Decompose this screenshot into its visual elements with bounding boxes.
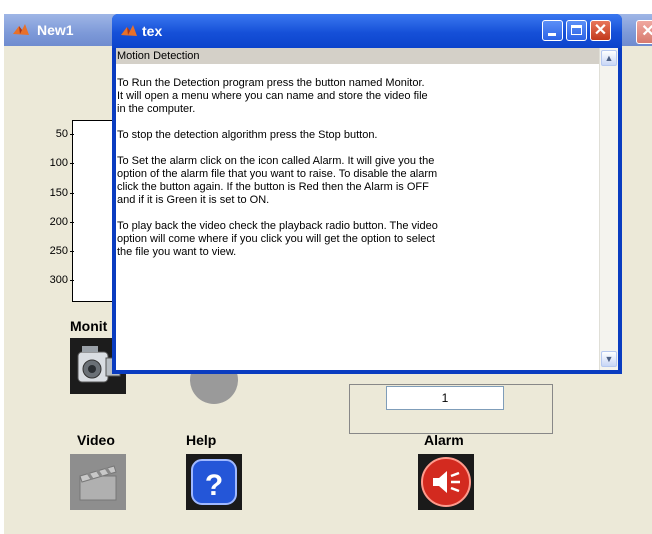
y-tick-label: 150 [24, 187, 74, 199]
help-paragraph: To Run the Detection program press the b… [116, 77, 600, 116]
help-text-line: It will open a menu where you can name a… [117, 90, 428, 102]
y-tick-mark [70, 280, 74, 281]
help-text-line: To Set the alarm click on the icon calle… [117, 155, 435, 167]
background-window-title: New1 [37, 22, 74, 38]
help-text-line: click the button again. If the button is… [117, 181, 429, 193]
help-text-line: the file you want to view. [117, 246, 237, 258]
help-paragraph: To play back the video check the playbac… [116, 220, 600, 259]
y-tick-label: 100 [24, 157, 74, 169]
svg-text:?: ? [205, 469, 223, 502]
scroll-down-icon[interactable]: ▼ [601, 351, 617, 367]
matlab-icon [121, 25, 137, 36]
vertical-scrollbar[interactable]: ▲ ▼ [599, 48, 618, 370]
help-text-body: To Run the Detection program press the b… [116, 77, 600, 259]
tex-window-title: tex [142, 23, 163, 39]
help-text-line: To stop the detection algorithm press th… [117, 129, 378, 141]
help-text-line: To Run the Detection program press the b… [117, 77, 425, 89]
video-button[interactable] [70, 454, 126, 510]
help-text-line: option will come where if you click you … [117, 233, 435, 245]
tex-content-area: Motion Detection To Run the Detection pr… [116, 48, 618, 370]
y-tick-mark [70, 163, 74, 164]
alarm-button-label: Alarm [424, 432, 464, 448]
y-tick-mark [70, 222, 74, 223]
y-tick-label: 250 [24, 245, 74, 257]
matlab-icon [13, 24, 29, 35]
speaker-icon [418, 454, 474, 510]
close-button[interactable]: ✕ [590, 20, 611, 41]
monitor-button-label: Monit [70, 318, 108, 334]
y-tick-mark [70, 193, 74, 194]
clapperboard-icon [70, 454, 126, 510]
help-button[interactable]: ? [186, 454, 242, 510]
y-tick-label: 50 [24, 128, 74, 140]
help-button-label: Help [186, 432, 217, 448]
scroll-up-icon[interactable]: ▲ [601, 50, 617, 66]
tex-window: tex ✕ Motion Detection To Run the Detect… [112, 14, 622, 374]
help-text-line: option of the alarm file that you want t… [117, 168, 438, 180]
y-tick-mark [70, 251, 74, 252]
help-text-line: in the computer. [117, 103, 196, 115]
close-icon[interactable]: ✕ [636, 20, 652, 44]
help-text-line: To play back the video check the playbac… [117, 220, 438, 232]
video-button-label: Video [77, 432, 115, 448]
y-tick-label: 300 [24, 274, 74, 286]
help-text-header: Motion Detection [116, 48, 600, 64]
help-paragraph: To stop the detection algorithm press th… [116, 129, 600, 142]
minimize-button[interactable] [542, 20, 563, 41]
y-tick-label: 200 [24, 216, 74, 228]
y-tick-mark [70, 134, 74, 135]
question-icon: ? [186, 454, 242, 510]
frame-number-input[interactable]: 1 [386, 386, 504, 410]
help-text-box[interactable]: Motion Detection To Run the Detection pr… [116, 48, 600, 370]
help-text-line: and if it is Green it is set to ON. [117, 194, 270, 206]
help-paragraph: To Set the alarm click on the icon calle… [116, 155, 600, 207]
maximize-button[interactable] [566, 20, 587, 41]
tex-window-titlebar[interactable]: tex ✕ [112, 14, 622, 48]
alarm-button[interactable] [418, 454, 474, 510]
